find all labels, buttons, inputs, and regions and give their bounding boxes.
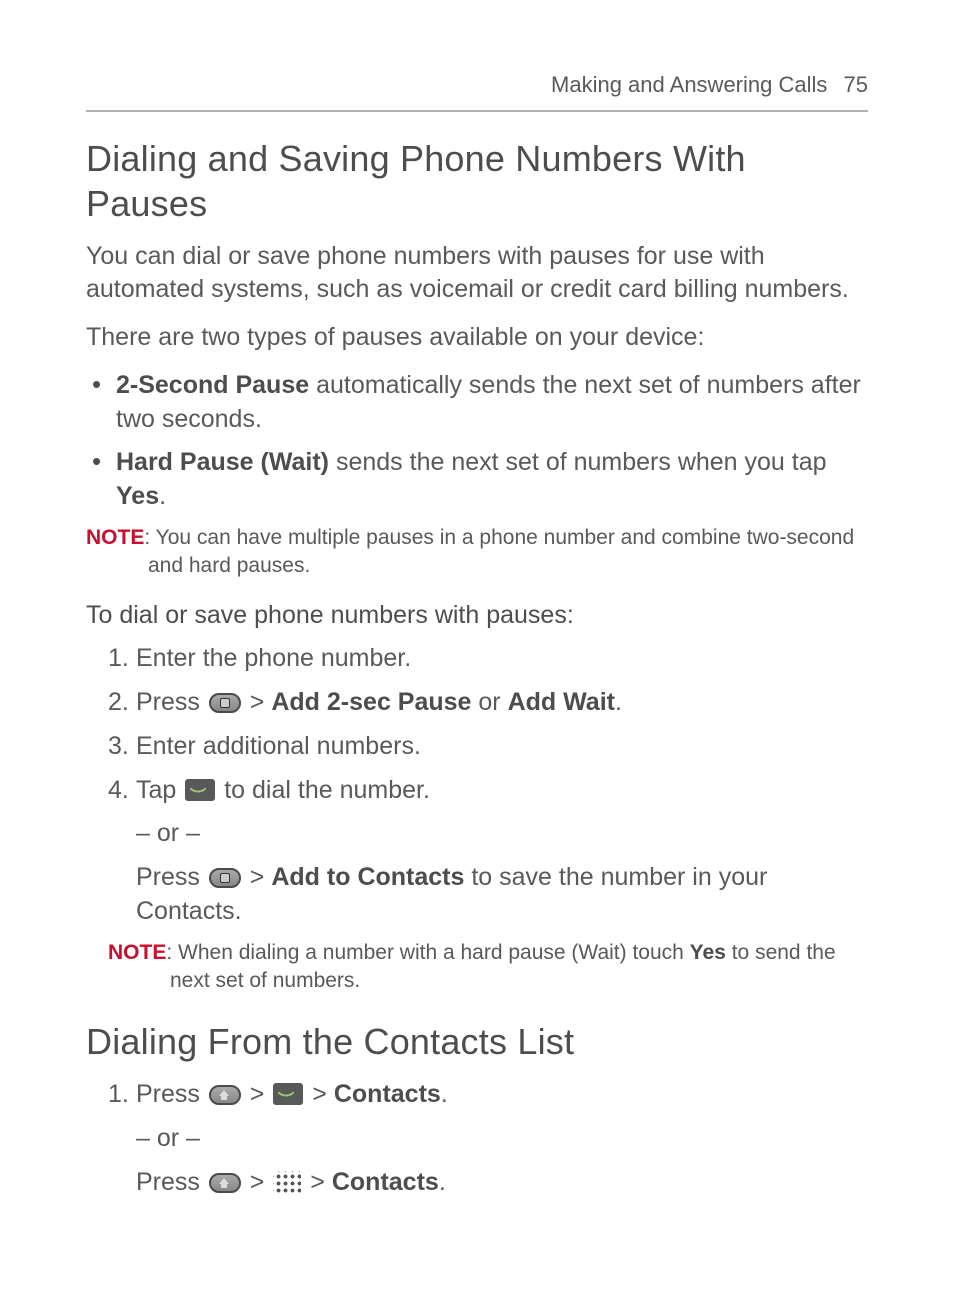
bullet-hard-text1: sends the next set of numbers when you t… bbox=[329, 448, 827, 476]
page-number: 75 bbox=[844, 72, 868, 97]
bullet-hard-label: Hard Pause (Wait) bbox=[116, 448, 329, 476]
step-3-text: Enter additional numbers. bbox=[136, 732, 421, 760]
heading-dial-save-pauses: Dialing and Saving Phone Numbers With Pa… bbox=[86, 136, 868, 226]
note2-yes: Yes bbox=[690, 941, 726, 964]
step-2-addwait: Add Wait bbox=[508, 688, 615, 716]
c1b-gt1: > bbox=[243, 1168, 272, 1196]
note-hard-pause-yes: NOTE: When dialing a number with a hard … bbox=[108, 939, 868, 996]
menu-key-icon bbox=[209, 693, 241, 713]
intro-paragraph: You can dial or save phone numbers with … bbox=[86, 240, 868, 308]
note-text: : You can have multiple pauses in a phon… bbox=[144, 526, 854, 577]
pause-types-list: 2-Second Pause automatically sends the n… bbox=[86, 369, 868, 514]
step-2: Press > Add 2-sec Pause or Add Wait. bbox=[108, 686, 868, 720]
step-2-add2sec: Add 2-sec Pause bbox=[271, 688, 471, 716]
or-divider-1: – or – bbox=[136, 817, 868, 851]
contacts-step-1-alt: Press > > Contacts. bbox=[136, 1166, 868, 1200]
section-name: Making and Answering Calls bbox=[551, 72, 827, 97]
contacts-step-1: Press > > Contacts. bbox=[108, 1078, 868, 1112]
step-1-text: Enter the phone number. bbox=[136, 644, 411, 672]
note-multiple-pauses: NOTE: You can have multiple pauses in a … bbox=[86, 524, 868, 581]
step-2-gt: > bbox=[243, 688, 272, 716]
step-4: Tap to dial the number. bbox=[108, 774, 868, 808]
bullet-2sec-label: 2-Second Pause bbox=[116, 371, 309, 399]
apps-icon bbox=[273, 1171, 301, 1193]
menu-key-icon bbox=[209, 868, 241, 888]
step-2-press: Press bbox=[136, 688, 207, 716]
c1-gt1: > bbox=[243, 1080, 272, 1108]
phone-icon bbox=[273, 1083, 303, 1105]
step-4-rest: to dial the number. bbox=[217, 776, 430, 804]
subhead-to-dial: To dial or save phone numbers with pause… bbox=[86, 599, 868, 633]
or-divider-2: – or – bbox=[136, 1122, 868, 1156]
c1b-gt2: > bbox=[303, 1168, 332, 1196]
c1-end: . bbox=[441, 1080, 448, 1108]
home-key-icon bbox=[209, 1085, 241, 1105]
note2-a: : When dialing a number with a hard paus… bbox=[166, 941, 689, 964]
contacts-steps: Press > > Contacts. bbox=[108, 1078, 868, 1112]
step-3: Enter additional numbers. bbox=[108, 730, 868, 764]
steps-list: Enter the phone number. Press > Add 2-se… bbox=[108, 642, 868, 807]
bullet-hard-yes: Yes bbox=[116, 482, 159, 510]
bullet-hard-text2: . bbox=[159, 482, 166, 510]
bullet-2sec: 2-Second Pause automatically sends the n… bbox=[86, 369, 868, 437]
bullet-hard-pause: Hard Pause (Wait) sends the next set of … bbox=[86, 446, 868, 514]
step-2-or: or bbox=[471, 688, 507, 716]
step-4-tap: Tap bbox=[136, 776, 183, 804]
step-1: Enter the phone number. bbox=[108, 642, 868, 676]
running-header: Making and Answering Calls 75 bbox=[86, 70, 868, 112]
step-4-alt: Press > Add to Contacts to save the numb… bbox=[136, 861, 868, 929]
call-icon bbox=[185, 779, 215, 801]
step-4alt-press: Press bbox=[136, 863, 207, 891]
c1-press: Press bbox=[136, 1080, 207, 1108]
lead-paragraph: There are two types of pauses available … bbox=[86, 321, 868, 355]
step-4alt-gt: > bbox=[243, 863, 272, 891]
c1b-end: . bbox=[439, 1168, 446, 1196]
heading-dial-contacts: Dialing From the Contacts List bbox=[86, 1019, 868, 1064]
step-2-end: . bbox=[615, 688, 622, 716]
home-key-icon bbox=[209, 1173, 241, 1193]
step-4alt-addcontacts: Add to Contacts bbox=[271, 863, 464, 891]
note-label: NOTE bbox=[86, 526, 144, 549]
c1b-press: Press bbox=[136, 1168, 207, 1196]
c1b-contacts: Contacts bbox=[332, 1168, 439, 1196]
c1-contacts: Contacts bbox=[334, 1080, 441, 1108]
c1-gt2: > bbox=[305, 1080, 334, 1108]
note-label-2: NOTE bbox=[108, 941, 166, 964]
